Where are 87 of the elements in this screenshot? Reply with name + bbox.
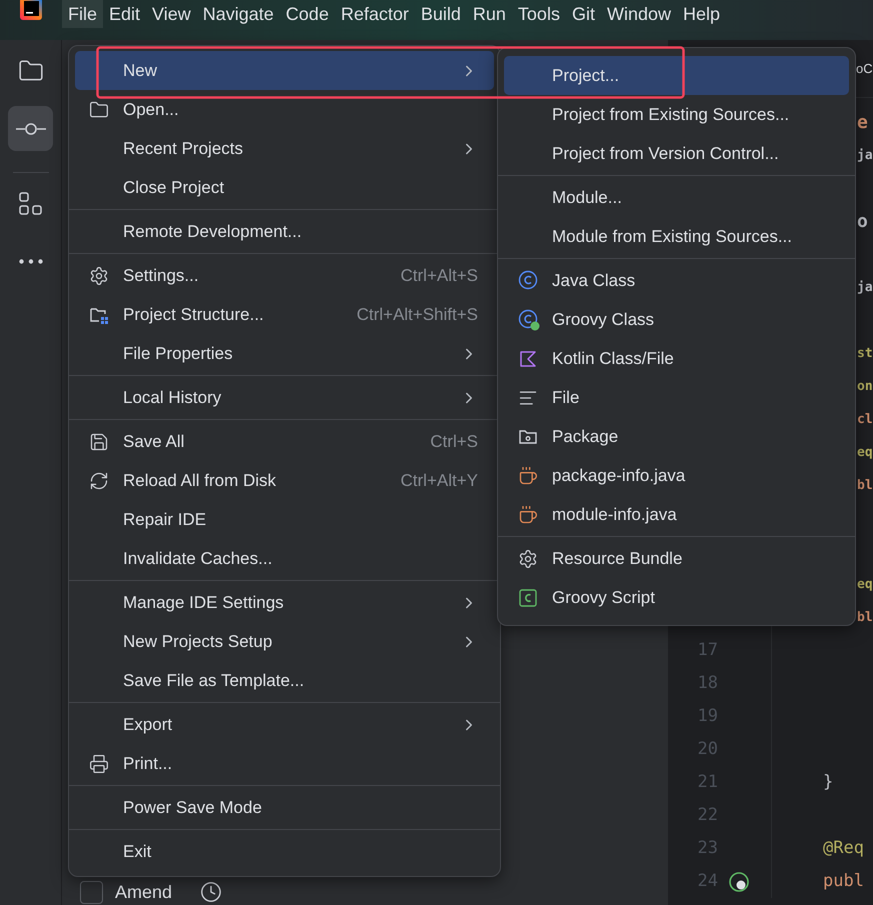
cup-icon bbox=[518, 466, 538, 486]
amend-label: Amend bbox=[115, 880, 172, 904]
structure-icon bbox=[18, 192, 42, 216]
menu-item[interactable]: Local History bbox=[75, 378, 494, 417]
settings-icon bbox=[89, 266, 109, 286]
menu-item[interactable]: Project from Existing Sources... bbox=[504, 95, 849, 134]
class-badge-icon bbox=[518, 308, 540, 330]
code-text: bl bbox=[857, 608, 873, 627]
clock-icon bbox=[200, 881, 222, 903]
menu-item[interactable]: Java Class bbox=[504, 261, 849, 300]
menu-item[interactable]: Kotlin Class/File bbox=[504, 339, 849, 378]
menu-item[interactable]: Reload All from Disk Ctrl+Alt+Y bbox=[75, 461, 494, 500]
app-logo-icon bbox=[20, 0, 42, 20]
menu-item[interactable]: File Properties bbox=[75, 334, 494, 373]
menu-item[interactable]: Power Save Mode bbox=[75, 788, 494, 827]
menu-bar-item[interactable]: Window bbox=[600, 0, 677, 28]
menu-item[interactable]: Export bbox=[75, 705, 494, 744]
menu-item[interactable]: Recent Projects bbox=[75, 129, 494, 168]
code-text: ja bbox=[857, 146, 873, 165]
code-text: publ bbox=[823, 870, 864, 893]
menu-bar-item[interactable]: Refactor bbox=[334, 0, 415, 28]
menu-item[interactable]: Save File as Template... bbox=[75, 661, 494, 700]
code-text: bl bbox=[857, 476, 873, 495]
settings-icon bbox=[518, 548, 538, 568]
menu-item[interactable]: Package bbox=[504, 417, 849, 456]
shortcut-label: Ctrl+Alt+Y bbox=[400, 470, 478, 492]
shortcut-label: Ctrl+S bbox=[430, 430, 478, 453]
code-text: eq bbox=[857, 576, 873, 594]
menu-bar-item[interactable]: Build bbox=[414, 0, 467, 28]
menu-item[interactable]: Save All Ctrl+S bbox=[75, 422, 494, 461]
save-icon bbox=[89, 432, 109, 452]
menu-item[interactable]: Project Structure... Ctrl+Alt+Shift+S bbox=[75, 295, 494, 334]
reload-icon bbox=[89, 470, 109, 490]
menu-item[interactable]: New Projects Setup bbox=[75, 622, 494, 661]
menu-item[interactable]: Exit bbox=[75, 832, 494, 871]
menu-bar-item[interactable]: Run bbox=[466, 0, 512, 28]
code-text: @Req bbox=[823, 836, 864, 860]
menu-item[interactable]: Repair IDE bbox=[75, 500, 494, 539]
code-text: cl bbox=[857, 410, 873, 429]
code-text: } bbox=[823, 770, 834, 794]
more-icon bbox=[18, 259, 42, 264]
script-icon bbox=[518, 588, 538, 608]
menu-bar-item[interactable]: Edit bbox=[103, 0, 146, 28]
tool-window-button[interactable] bbox=[8, 106, 53, 151]
shortcut-label: Ctrl+Alt+Shift+S bbox=[356, 304, 478, 326]
menu-item[interactable]: Open... bbox=[75, 90, 494, 129]
code-text: e bbox=[857, 111, 868, 135]
menu-bar-item[interactable]: Code bbox=[280, 0, 335, 28]
amend-checkbox[interactable] bbox=[80, 880, 103, 904]
menu-item[interactable]: Project from Version Control... bbox=[504, 134, 849, 173]
code-text: st bbox=[857, 344, 873, 363]
cup-icon bbox=[518, 504, 538, 524]
menu-item[interactable]: Close Project bbox=[75, 168, 494, 207]
printer-icon bbox=[89, 754, 109, 774]
folder-icon bbox=[89, 100, 109, 120]
menu-item[interactable]: Groovy Script bbox=[504, 578, 849, 617]
menu-item[interactable]: Print... bbox=[75, 744, 494, 783]
code-text: o bbox=[857, 210, 868, 234]
menu-item[interactable]: Manage IDE Settings bbox=[75, 583, 494, 622]
commit-icon bbox=[16, 122, 46, 136]
menu-item[interactable]: New bbox=[75, 51, 494, 90]
shortcut-label: Ctrl+Alt+S bbox=[400, 264, 478, 287]
code-text: ja bbox=[857, 278, 873, 297]
menu-bar-item[interactable]: View bbox=[146, 0, 197, 28]
menu-item[interactable]: Module from Existing Sources... bbox=[504, 217, 849, 256]
menu-bar-item[interactable]: Tools bbox=[512, 0, 566, 28]
menu-item[interactable]: Groovy Class bbox=[504, 300, 849, 339]
code-text: on bbox=[857, 378, 873, 396]
menu-item[interactable]: package-info.java bbox=[504, 456, 849, 495]
menu-item[interactable]: File bbox=[504, 378, 849, 417]
gutter-marker-icon bbox=[728, 870, 750, 892]
menu-item[interactable]: module-info.java bbox=[504, 495, 849, 534]
menu-item[interactable]: Project... bbox=[504, 56, 849, 95]
menu-bar-item[interactable]: Navigate bbox=[196, 0, 280, 28]
menu-item[interactable]: Remote Development... bbox=[75, 212, 494, 251]
menu-bar-item[interactable]: Git bbox=[566, 0, 601, 28]
code-text: eq bbox=[857, 444, 873, 462]
menu-bar-item[interactable]: Help bbox=[677, 0, 726, 28]
menu-item[interactable]: Invalidate Caches... bbox=[75, 539, 494, 578]
menu-item[interactable]: Resource Bundle bbox=[504, 539, 849, 578]
kotlin-icon bbox=[518, 348, 538, 368]
class-icon bbox=[518, 270, 540, 292]
menu-bar-item[interactable]: File bbox=[62, 0, 104, 28]
folder-icon bbox=[18, 58, 44, 84]
menu-item[interactable]: Module... bbox=[504, 178, 849, 217]
editor-tab[interactable]: oC bbox=[856, 58, 873, 78]
menu-item[interactable]: Settings... Ctrl+Alt+S bbox=[75, 256, 494, 295]
